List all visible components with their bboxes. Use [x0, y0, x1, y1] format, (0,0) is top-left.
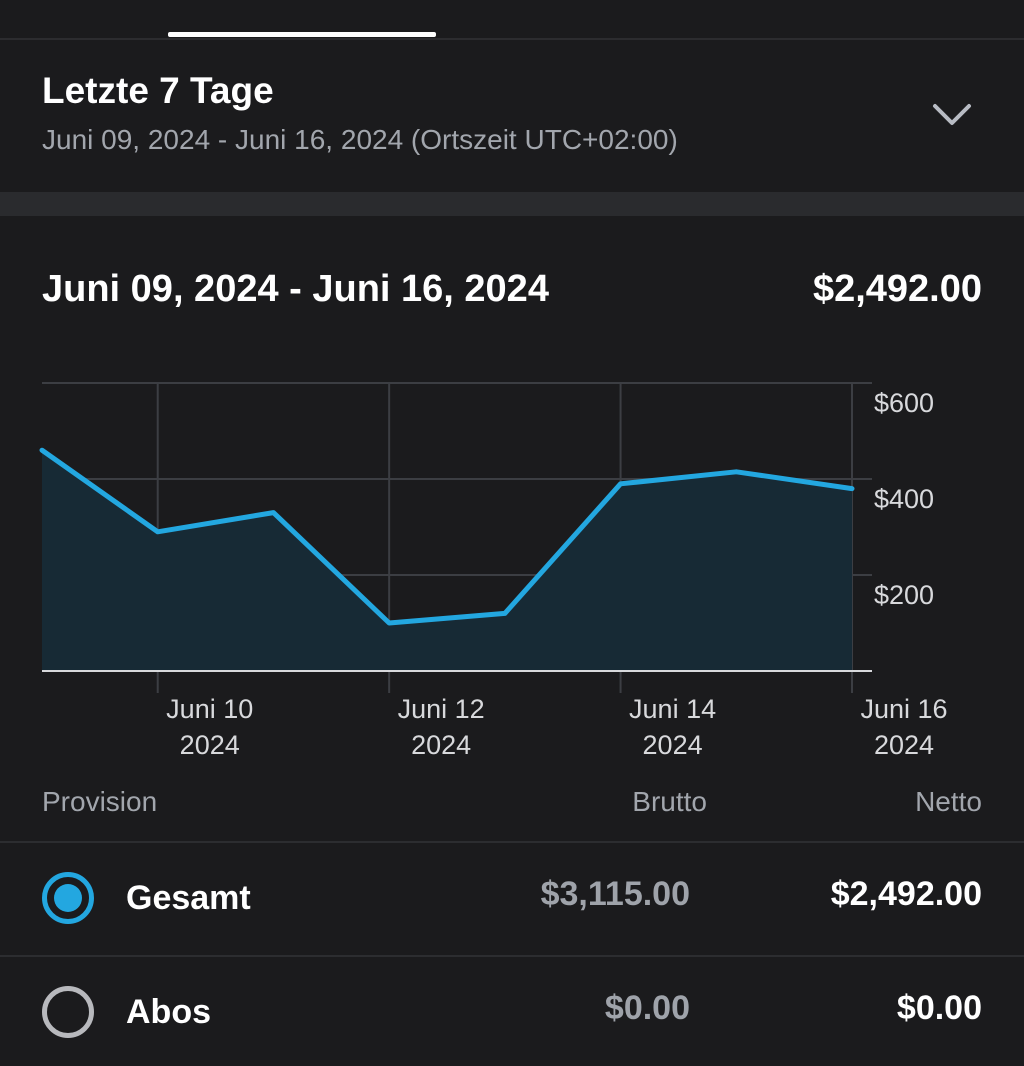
row-abos[interactable]: Abos $0.00 $0.00: [0, 956, 1024, 1066]
provision-header: Provision: [42, 786, 158, 817]
active-tab-indicator: [168, 32, 436, 37]
top-tab-bar: [0, 0, 1024, 40]
date-range-selector[interactable]: [0, 40, 1024, 192]
x-tick-year: 2024: [874, 730, 934, 760]
row-netto: $2,492.00: [830, 875, 982, 913]
chevron-down-icon[interactable]: [932, 98, 972, 132]
row-brutto: $3,115.00: [540, 875, 690, 913]
brutto-header: Brutto: [632, 786, 707, 817]
row-brutto: $0.00: [604, 989, 690, 1027]
row-netto: $0.00: [896, 989, 982, 1027]
period-label: Juni 09, 2024 - Juni 16, 2024: [42, 268, 549, 310]
period-total: $2,492.00: [812, 268, 982, 310]
x-tick-label: Juni 14: [629, 694, 716, 724]
row-label: Abos: [126, 993, 211, 1031]
radio-gesamt[interactable]: [42, 872, 94, 924]
y-tick-label: $400: [874, 484, 934, 514]
radio-abos[interactable]: [42, 986, 94, 1038]
x-tick-year: 2024: [180, 730, 240, 760]
earnings-chart: $600 $400 $200 Juni 10 2024 Juni 12 2024 Juni …: [39, 382, 948, 760]
netto-header: Netto: [915, 786, 982, 817]
range-title: Letzte 7 Tage: [42, 70, 274, 111]
section-divider: [0, 192, 1024, 216]
y-tick-label: $600: [874, 388, 934, 418]
x-tick-year: 2024: [643, 730, 703, 760]
row-gesamt[interactable]: Gesamt $3,115.00 $2,492.00: [0, 842, 1024, 952]
y-tick-label: $200: [874, 580, 934, 610]
x-tick-label: Juni 10: [166, 694, 253, 724]
x-tick-year: 2024: [411, 730, 471, 760]
earnings-area: [42, 450, 852, 671]
x-tick-label: Juni 16: [860, 694, 947, 724]
x-tick-label: Juni 12: [398, 694, 485, 724]
row-label: Gesamt: [126, 879, 251, 917]
range-subtitle: Juni 09, 2024 - Juni 16, 2024 (Ortszeit …: [42, 124, 678, 155]
